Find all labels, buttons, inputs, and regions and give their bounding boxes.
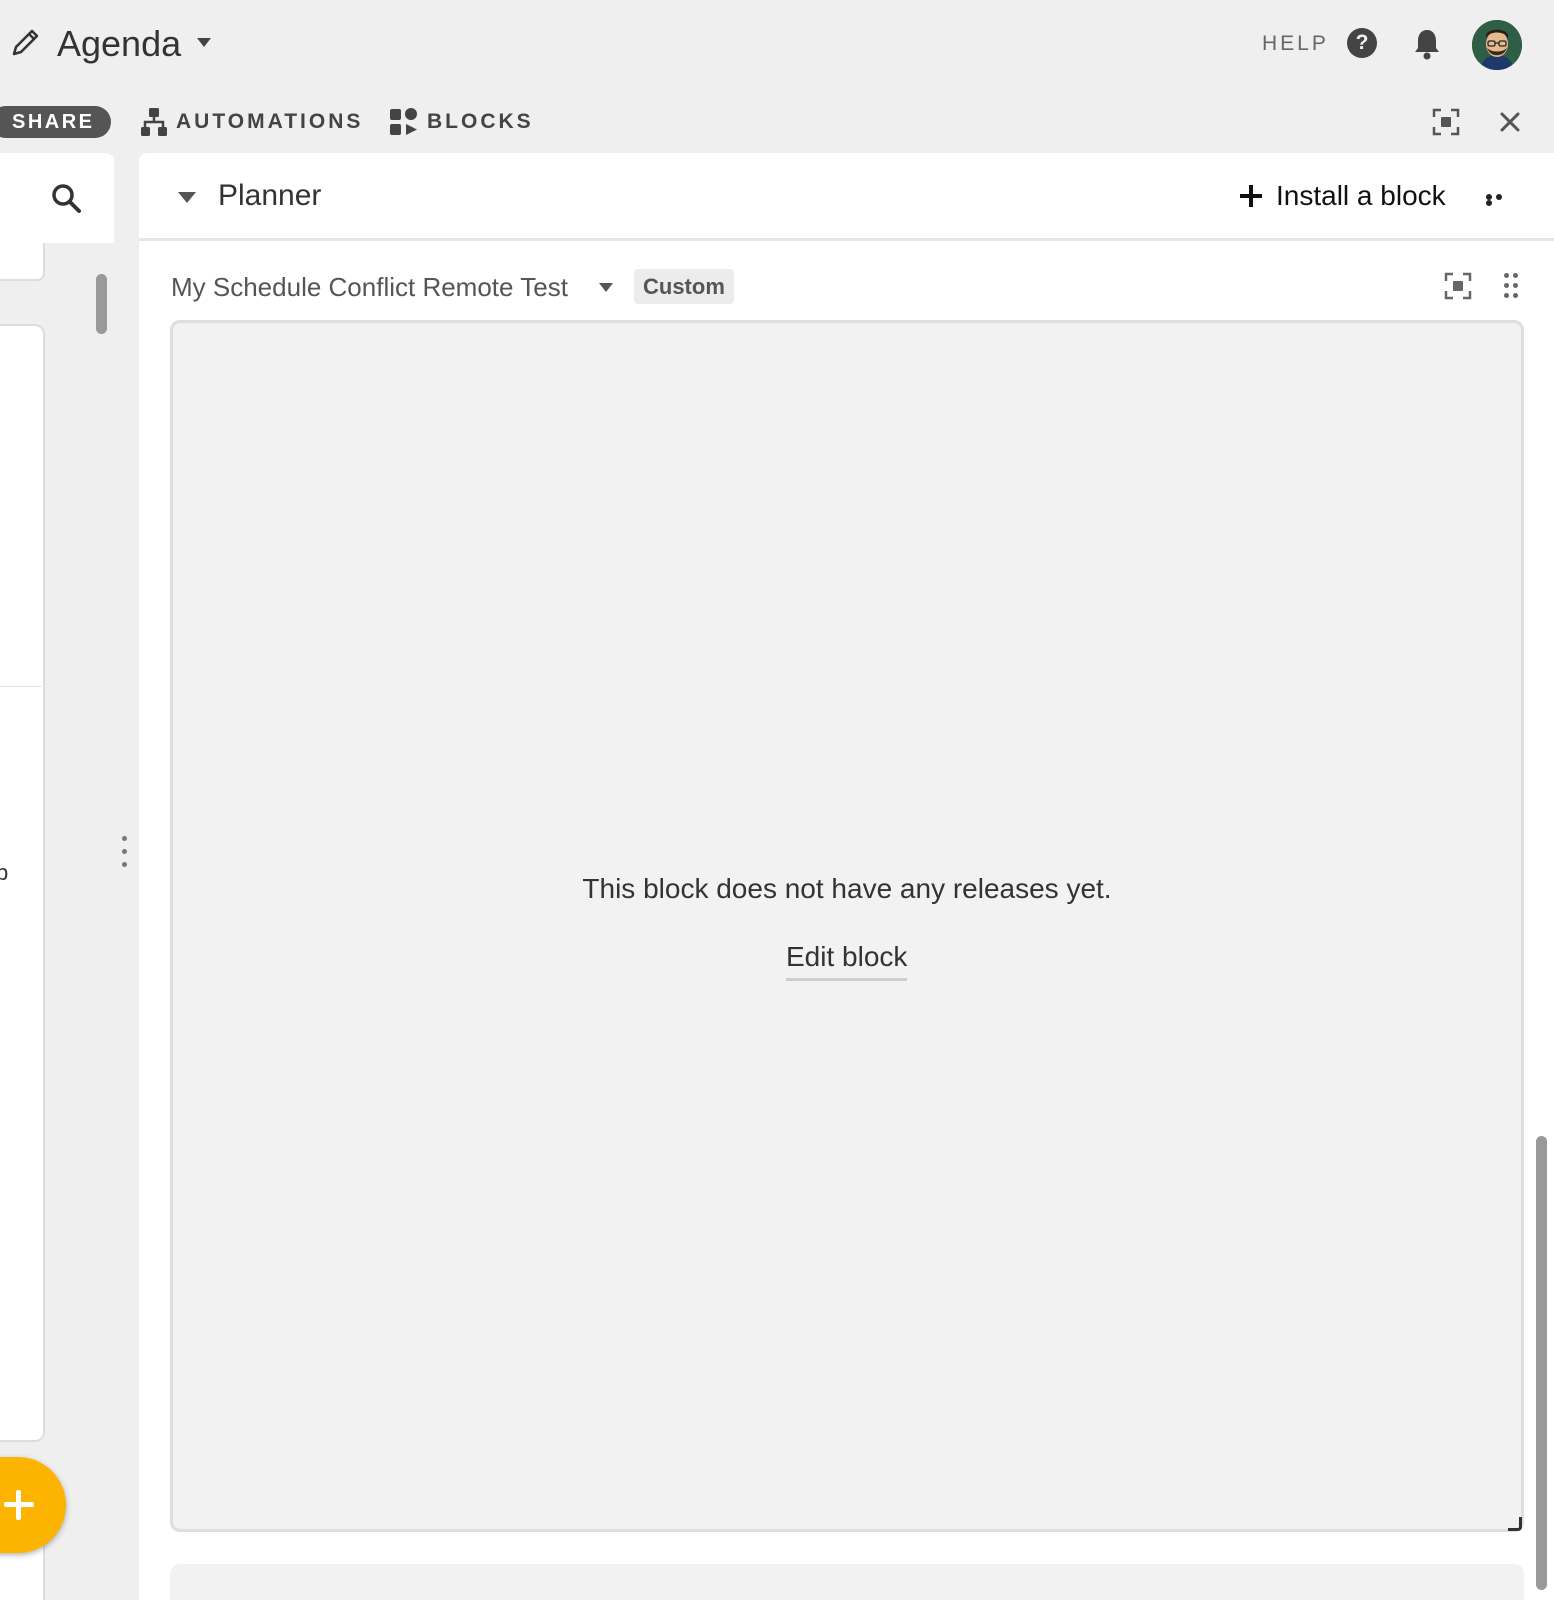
automations-icon [141, 108, 167, 136]
pencil-icon[interactable] [8, 26, 42, 60]
more-icon[interactable] [1486, 194, 1514, 206]
expand-icon[interactable] [1444, 272, 1472, 300]
edit-block-link[interactable]: Edit block [786, 940, 908, 981]
base-name[interactable]: Agenda [57, 22, 181, 66]
help-link[interactable]: HELP [1262, 30, 1329, 58]
avatar-portrait [1472, 20, 1522, 70]
sidebar-truncated-text: p [0, 860, 9, 885]
drag-handle-icon[interactable] [1504, 273, 1518, 299]
chevron-down-icon[interactable] [197, 38, 211, 47]
panel-resize-handle[interactable] [122, 836, 130, 876]
block-resize-handle[interactable] [1508, 1517, 1522, 1531]
dashboard-title[interactable]: Planner [218, 178, 321, 214]
share-button[interactable]: SHARE [0, 106, 111, 138]
top-bar: Agenda HELP ? [0, 0, 1554, 90]
block-name[interactable]: My Schedule Conflict Remote Test [171, 270, 568, 304]
bell-icon[interactable] [1411, 27, 1443, 61]
empty-state-message: This block does not have any releases ye… [582, 873, 1112, 904]
panel-scrollbar[interactable] [1536, 1136, 1547, 1590]
custom-badge: Custom [634, 269, 734, 304]
blocks-icon [390, 108, 417, 135]
plus-icon [16, 1490, 21, 1520]
divider [0, 686, 42, 687]
install-block-label: Install a block [1276, 180, 1446, 211]
search-icon[interactable] [50, 182, 82, 214]
close-icon[interactable] [1498, 110, 1522, 134]
sidebar-scrollbar[interactable] [96, 274, 107, 334]
blocks-button[interactable]: BLOCKS [389, 106, 534, 138]
help-icon[interactable]: ? [1347, 28, 1377, 58]
sidebar-card[interactable] [0, 243, 45, 281]
install-block-button[interactable]: Install a block [1240, 178, 1446, 214]
chevron-down-icon[interactable] [178, 192, 196, 203]
expand-icon[interactable] [1432, 108, 1460, 136]
plus-icon [1240, 185, 1262, 207]
automations-label: AUTOMATIONS [176, 110, 364, 133]
block-frame [170, 320, 1524, 1532]
automations-button[interactable]: AUTOMATIONS [140, 106, 363, 138]
block-frame [170, 1564, 1524, 1600]
app-page: Agenda HELP ? SHARE AUTOMATIONS BLOCKS p… [0, 0, 1554, 1600]
blocks-label: BLOCKS [427, 110, 534, 133]
avatar[interactable] [1472, 20, 1522, 70]
chevron-down-icon[interactable] [599, 283, 613, 292]
